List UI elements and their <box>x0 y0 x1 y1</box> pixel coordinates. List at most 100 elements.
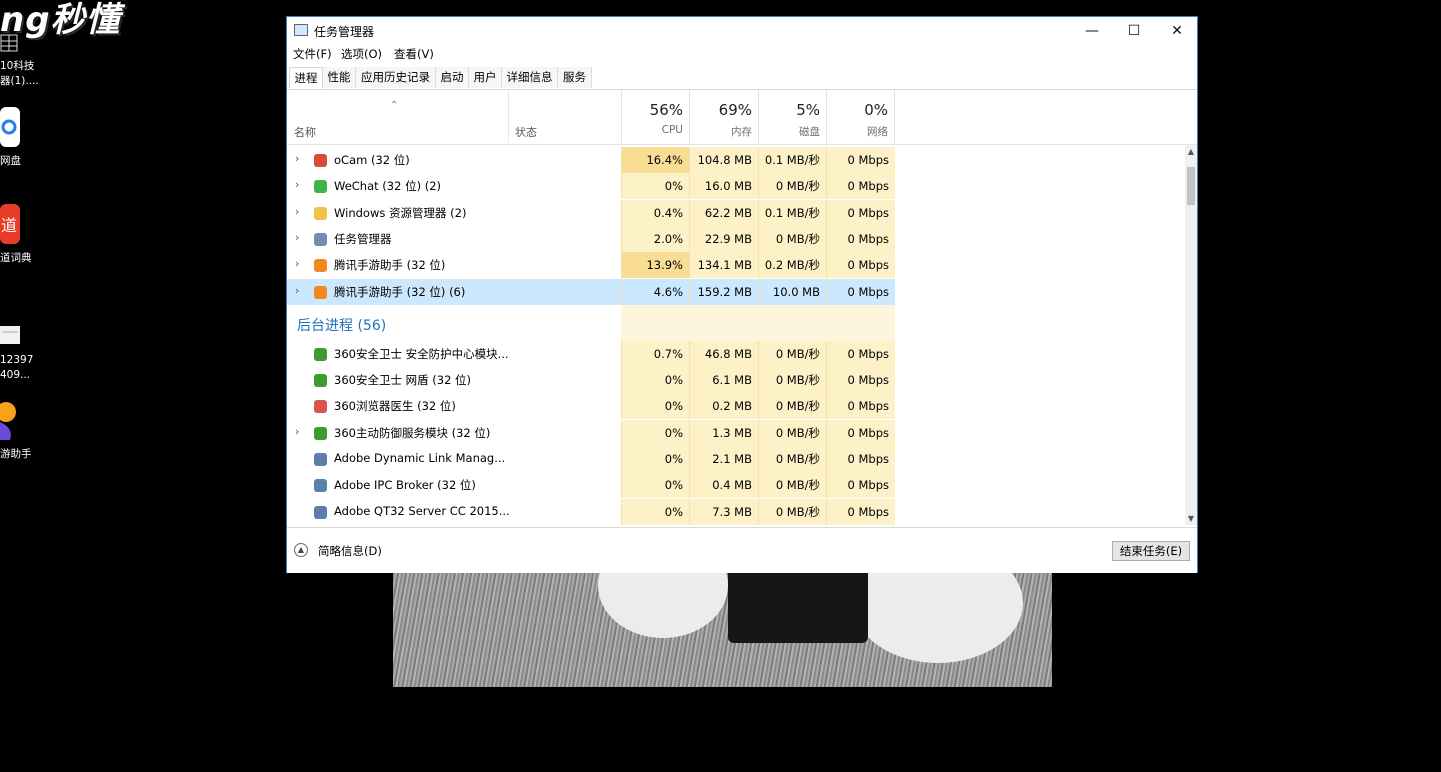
chevron-right-icon[interactable]: › <box>295 152 299 165</box>
menu-view[interactable]: 查看(V) <box>394 46 434 62</box>
process-name: 任务管理器 <box>334 231 392 246</box>
scroll-down-icon[interactable]: ▼ <box>1185 514 1197 523</box>
tab-services[interactable]: 服务 <box>558 67 592 88</box>
disk-cell: 0.2 MB/秒 <box>758 252 826 279</box>
process-row[interactable]: Adobe Dynamic Link Manag... 0% 2.1 MB 0 MB/… <box>287 446 895 472</box>
ocam-icon <box>314 154 327 167</box>
task-manager-icon <box>314 232 327 246</box>
process-row[interactable]: 360安全卫士 安全防护中心模块... 0.7% 46.8 MB 0 MB/秒 0 Mb… <box>287 340 895 367</box>
desktop-icon-label: 道词典 <box>0 252 32 264</box>
network-cell: 0 Mbps <box>826 446 895 472</box>
network-cell: 0 Mbps <box>826 225 895 252</box>
tab-startup[interactable]: 启动 <box>436 67 469 88</box>
cpu-cell: 0% <box>621 419 689 446</box>
process-row[interactable]: › Windows 资源管理器 (2) 0.4% 62.2 MB 0.1 MB/秒 0 M… <box>287 199 895 226</box>
process-name: Adobe IPC Broker (32 位) <box>334 478 476 493</box>
chevron-right-icon[interactable]: › <box>295 284 299 297</box>
tab-performance[interactable]: 性能 <box>323 67 356 88</box>
chevron-right-icon[interactable]: › <box>295 231 299 244</box>
vertical-scrollbar[interactable]: ▲ ▼ <box>1185 145 1197 525</box>
disk-cell: 10.0 MB <box>758 278 826 305</box>
disk-cell: 0 MB/秒 <box>758 367 826 394</box>
tab-app-history[interactable]: 应用历史记录 <box>356 67 436 88</box>
desktop-icon-3[interactable]: 道 道词典 <box>0 204 48 266</box>
network-cell: 0 Mbps <box>826 173 895 200</box>
360-security-icon <box>314 347 327 361</box>
memory-cell: 16.0 MB <box>689 173 758 200</box>
process-row[interactable]: › 360主动防御服务模块 (32 位) 0% 1.3 MB 0 MB/秒 0 Mbps <box>287 419 895 446</box>
network-cell: 0 Mbps <box>826 252 895 279</box>
process-row[interactable]: › 腾讯手游助手 (32 位) 13.9% 134.1 MB 0.2 MB/秒 0 Mbp… <box>287 252 895 279</box>
memory-cell: 46.8 MB <box>689 340 758 367</box>
column-status[interactable]: 状态 <box>508 90 623 143</box>
process-row[interactable]: › 腾讯手游助手 (32 位) (6) 4.6% 159.2 MB 10.0 MB 0 M… <box>287 278 895 305</box>
column-memory[interactable]: 69% 内存 <box>689 90 758 143</box>
chevron-right-icon[interactable]: › <box>295 257 299 270</box>
disk-cell: 0.1 MB/秒 <box>758 147 826 173</box>
group-header-background[interactable]: 后台进程 (56) <box>297 315 386 335</box>
scroll-thumb[interactable] <box>1187 167 1195 205</box>
end-task-button[interactable]: 结束任务(E) <box>1112 541 1190 561</box>
cpu-cell: 0% <box>621 498 689 525</box>
column-header: ⌃ 名称 状态 56% CPU 69% 内存 5% 磁盘 0% 网络 <box>287 90 1197 145</box>
disk-cell: 0 MB/秒 <box>758 498 826 525</box>
desktop-icon-1[interactable]: 10科技 器(1).... <box>0 34 48 89</box>
app-window-icon <box>314 505 327 519</box>
tab-processes[interactable]: 进程 <box>289 67 323 89</box>
column-network[interactable]: 0% 网络 <box>826 90 895 143</box>
tencent-game-helper-icon <box>0 400 48 445</box>
maximize-button[interactable]: ☐ <box>1112 17 1156 45</box>
network-cell: 0 Mbps <box>826 419 895 446</box>
chevron-right-icon[interactable]: › <box>295 178 299 191</box>
chevron-right-icon[interactable]: › <box>295 425 299 438</box>
memory-cell: 22.9 MB <box>689 225 758 252</box>
minimize-button[interactable]: — <box>1070 17 1114 45</box>
360-browser-doctor-icon <box>314 400 327 414</box>
chevron-up-icon[interactable]: ▲ <box>294 543 308 557</box>
desktop-icon-2[interactable]: 网盘 <box>0 107 48 169</box>
process-row[interactable]: Adobe IPC Broker (32 位) 0% 0.4 MB 0 MB/秒 0 M… <box>287 472 895 499</box>
disk-total: 5% <box>796 101 820 119</box>
cpu-cell: 4.6% <box>621 278 689 305</box>
memory-cell: 2.1 MB <box>689 446 758 472</box>
process-name: Adobe QT32 Server CC 2015... <box>334 503 510 518</box>
process-row[interactable]: › 任务管理器 2.0% 22.9 MB 0 MB/秒 0 Mbps <box>287 225 895 252</box>
desktop-icon-4[interactable]: 12397 409... <box>0 326 48 383</box>
chevron-right-icon[interactable]: › <box>295 205 299 218</box>
process-row[interactable]: Adobe QT32 Server CC 2015... 0% 7.3 MB 0 MB… <box>287 498 895 525</box>
memory-cell: 104.8 MB <box>689 147 758 173</box>
disk-cell: 0 MB/秒 <box>758 472 826 499</box>
menu-file[interactable]: 文件(F) <box>293 46 332 62</box>
process-name: 360主动防御服务模块 (32 位) <box>334 425 491 440</box>
process-name: Adobe Dynamic Link Manag... <box>334 451 506 465</box>
footer-bar: ▲ 简略信息(D) 结束任务(E) <box>287 527 1197 573</box>
scroll-up-icon[interactable]: ▲ <box>1185 147 1197 156</box>
column-disk[interactable]: 5% 磁盘 <box>758 90 826 143</box>
background-photo <box>393 573 1052 687</box>
process-name: 360浏览器医生 (32 位) <box>334 399 456 414</box>
column-cpu[interactable]: 56% CPU <box>621 90 689 143</box>
disk-cell: 0 MB/秒 <box>758 393 826 420</box>
network-cell: 0 Mbps <box>826 147 895 173</box>
cpu-total: 56% <box>649 101 683 119</box>
desktop-icon-label: 10科技 器(1).... <box>0 60 39 87</box>
process-name: 360安全卫士 网盾 (32 位) <box>334 373 472 388</box>
column-name[interactable]: 名称 <box>294 124 316 140</box>
grid-icon <box>0 34 48 57</box>
window-title: 任务管理器 <box>314 25 375 39</box>
process-row[interactable]: 360浏览器医生 (32 位) 0% 0.2 MB 0 MB/秒 0 Mbps <box>287 393 895 420</box>
menu-bar: 文件(F) 选项(O) 查看(V) <box>287 45 1197 65</box>
process-list: › oCam (32 位) 16.4% 104.8 MB 0.1 MB/秒 0 Mbps ›… <box>287 145 1185 525</box>
process-row[interactable]: › oCam (32 位) 16.4% 104.8 MB 0.1 MB/秒 0 Mbps <box>287 147 895 173</box>
process-row[interactable]: 360安全卫士 网盾 (32 位) 0% 6.1 MB 0 MB/秒 0 Mbps <box>287 367 895 394</box>
menu-options[interactable]: 选项(O) <box>341 46 382 62</box>
process-row[interactable]: › WeChat (32 位) (2) 0% 16.0 MB 0 MB/秒 0 Mbps <box>287 173 895 200</box>
title-bar[interactable]: 任务管理器 — ☐ ✕ <box>287 17 1197 45</box>
tab-details[interactable]: 详细信息 <box>502 67 558 88</box>
desktop-icon-5[interactable]: 游助手 <box>0 400 48 462</box>
youdao-dict-icon: 道 <box>0 204 48 249</box>
cpu-cell: 13.9% <box>621 252 689 279</box>
close-button[interactable]: ✕ <box>1155 17 1199 45</box>
tab-users[interactable]: 用户 <box>469 67 502 88</box>
less-details-link[interactable]: 简略信息(D) <box>318 543 382 559</box>
